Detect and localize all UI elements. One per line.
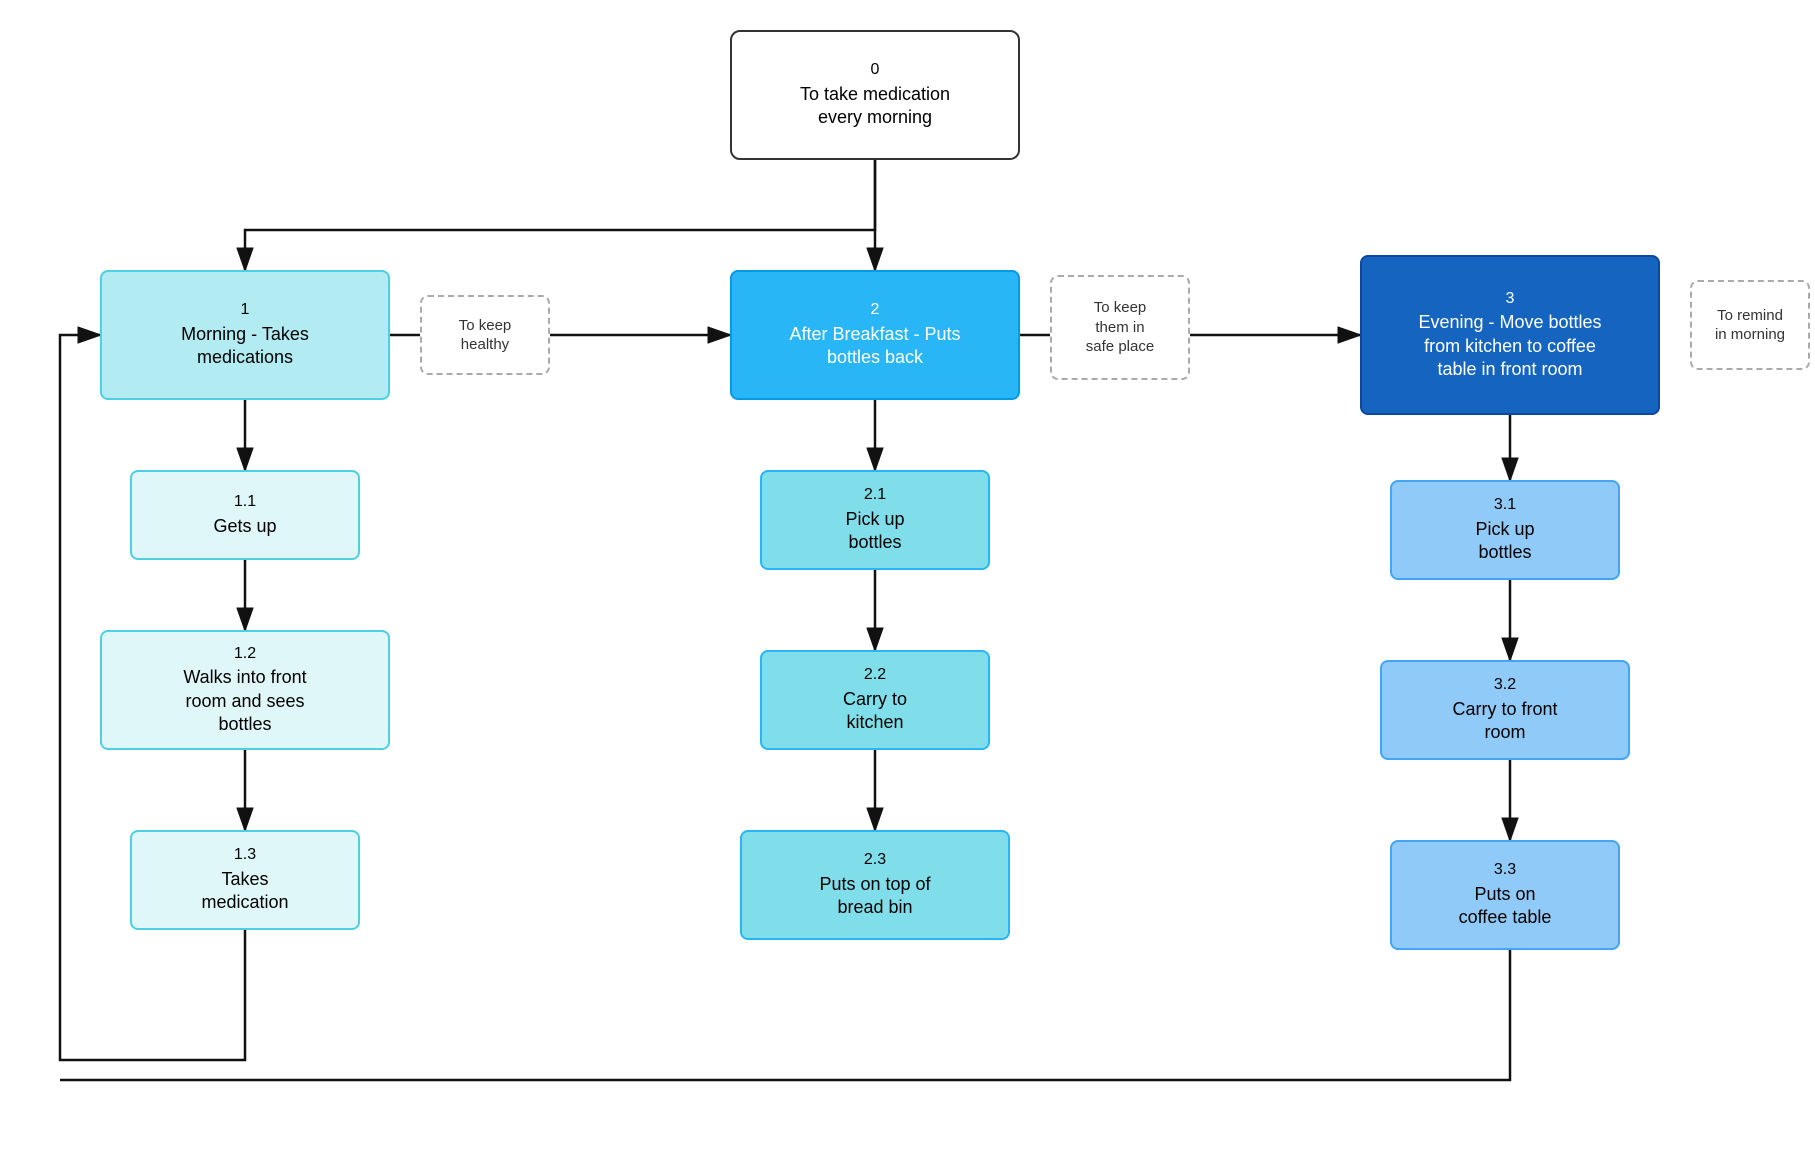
node-root: 0 To take medicationevery morning (730, 30, 1020, 160)
node-2-label: After Breakfast - Putsbottles back (789, 323, 960, 370)
node-3-1-label: Pick upbottles (1475, 518, 1534, 565)
node-2-3: 2.3 Puts on top ofbread bin (740, 830, 1010, 940)
node-3-label: Evening - Move bottlesfrom kitchen to co… (1418, 311, 1601, 381)
node-1-2: 1.2 Walks into frontroom and seesbottles (100, 630, 390, 750)
node-2: 2 After Breakfast - Putsbottles back (730, 270, 1020, 400)
node-2-2-id: 2.2 (864, 665, 886, 686)
node-1: 1 Morning - Takesmedications (100, 270, 390, 400)
node-2-1: 2.1 Pick upbottles (760, 470, 990, 570)
node-1-2-label: Walks into frontroom and seesbottles (183, 666, 306, 736)
node-1-3-id: 1.3 (234, 845, 256, 866)
node-3-annotation: To remindin morning (1690, 280, 1810, 370)
node-2-ann-label: To keepthem insafe place (1086, 298, 1154, 357)
node-1-id: 1 (241, 300, 250, 321)
node-1-ann-label: To keephealthy (459, 316, 512, 355)
node-1-1-id: 1.1 (234, 492, 256, 513)
node-3-3-label: Puts oncoffee table (1459, 883, 1552, 930)
diagram-container: 0 To take medicationevery morning 1 Morn… (0, 0, 1815, 1155)
node-3-3: 3.3 Puts oncoffee table (1390, 840, 1620, 950)
node-3-id: 3 (1506, 289, 1515, 310)
node-2-1-id: 2.1 (864, 485, 886, 506)
node-3-1-id: 3.1 (1494, 495, 1516, 516)
node-2-3-id: 2.3 (864, 850, 886, 871)
node-3-3-id: 3.3 (1494, 860, 1516, 881)
node-root-id: 0 (871, 60, 880, 81)
node-1-1-label: Gets up (213, 515, 276, 538)
node-1-1: 1.1 Gets up (130, 470, 360, 560)
node-3-2: 3.2 Carry to frontroom (1380, 660, 1630, 760)
node-3-2-label: Carry to frontroom (1452, 698, 1557, 745)
node-2-2-label: Carry tokitchen (843, 688, 907, 735)
node-3-ann-label: To remindin morning (1715, 306, 1785, 345)
node-1-annotation: To keephealthy (420, 295, 550, 375)
node-1-label: Morning - Takesmedications (181, 323, 309, 370)
node-2-2: 2.2 Carry tokitchen (760, 650, 990, 750)
node-2-annotation: To keepthem insafe place (1050, 275, 1190, 380)
node-1-3: 1.3 Takesmedication (130, 830, 360, 930)
node-2-id: 2 (871, 300, 880, 321)
node-1-2-id: 1.2 (234, 644, 256, 665)
node-3-1: 3.1 Pick upbottles (1390, 480, 1620, 580)
node-2-1-label: Pick upbottles (845, 508, 904, 555)
node-2-3-label: Puts on top ofbread bin (819, 873, 930, 920)
node-1-3-label: Takesmedication (201, 868, 288, 915)
node-3-2-id: 3.2 (1494, 675, 1516, 696)
node-3: 3 Evening - Move bottlesfrom kitchen to … (1360, 255, 1660, 415)
node-root-label: To take medicationevery morning (800, 83, 950, 130)
